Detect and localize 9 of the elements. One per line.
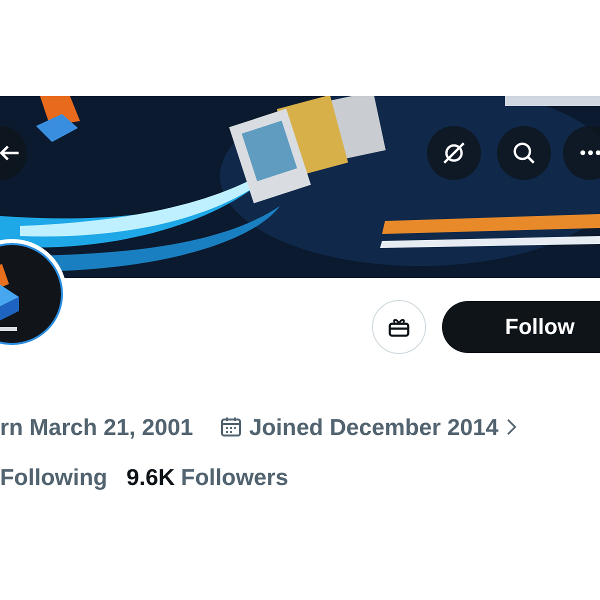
following-link[interactable]: Following [0,464,108,491]
chevron-right-icon [506,418,518,436]
gift-button[interactable] [372,300,426,354]
birth-date: rn March 21, 2001 [0,414,194,440]
followers-count: 9.6K [126,464,175,491]
joined-date: Joined December 2014 [249,414,498,440]
calendar-icon [219,415,244,439]
followers-link[interactable]: Followers [180,464,288,491]
follow-button[interactable]: Follow [442,301,600,353]
